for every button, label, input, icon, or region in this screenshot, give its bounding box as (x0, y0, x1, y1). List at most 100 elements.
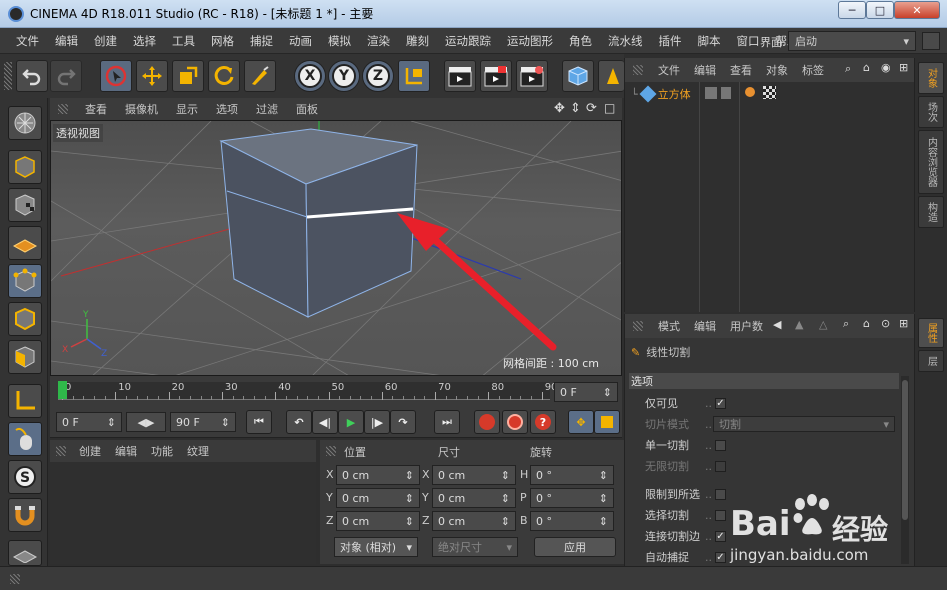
attribute-menu-item[interactable]: 模式 (651, 318, 687, 334)
layout-select[interactable]: 启动 ▾ (788, 31, 916, 51)
menu-item[interactable]: 运动图形 (499, 33, 561, 49)
texture-tag-icon[interactable] (763, 86, 776, 99)
new-panel-icon[interactable]: ⊞ (899, 61, 908, 74)
new-panel-icon[interactable]: ⊞ (899, 317, 908, 330)
axis-mode-button[interactable] (8, 384, 42, 418)
attribute-grip[interactable] (633, 321, 643, 331)
material-menu-item[interactable]: 创建 (72, 443, 108, 459)
next-key-button[interactable]: ↷ (390, 410, 416, 434)
coord-grip[interactable] (326, 446, 336, 456)
live-selection-button[interactable] (100, 60, 132, 92)
object-grip[interactable] (633, 65, 643, 75)
material-menu-item[interactable]: 功能 (144, 443, 180, 459)
key-position-button[interactable]: ✥ (568, 410, 594, 434)
side-tab[interactable]: 对象 (918, 62, 944, 94)
prev-frame-button[interactable]: ◀| (312, 410, 338, 434)
point-mode-button[interactable] (8, 264, 42, 298)
attribute-menu-item[interactable]: 用户数 (723, 318, 770, 334)
menu-item[interactable]: 文件 (8, 33, 47, 49)
prev-key-button[interactable]: ↶ (286, 410, 312, 434)
home-icon[interactable]: ⌂ (863, 61, 870, 74)
side-tab[interactable]: 层 (918, 350, 944, 372)
viewport-menu-item[interactable]: 面板 (287, 101, 327, 117)
menu-item[interactable]: 捕捉 (242, 33, 281, 49)
object-menu-item[interactable]: 对象 (759, 62, 795, 78)
perspective-viewport[interactable]: Y X Z 透视视图 网格间距 : 100 cm (50, 120, 622, 376)
toolbar-grip[interactable] (4, 62, 12, 90)
coord-pos-field[interactable]: 0 cm ⇕ (336, 465, 420, 485)
material-menu-item[interactable]: 纹理 (180, 443, 216, 459)
record-keys-button[interactable] (474, 410, 500, 434)
workplane-mode-button[interactable] (8, 226, 42, 260)
coord-pos-field[interactable]: 0 cm ⇕ (336, 488, 420, 508)
option-row[interactable]: 自动捕捉.. ✓ (645, 548, 726, 566)
lock-icon[interactable]: ⌂ (863, 317, 870, 330)
magnet-button[interactable] (8, 498, 42, 532)
cube-primitive-button[interactable] (562, 60, 594, 92)
menu-item[interactable]: 流水线 (600, 33, 651, 49)
search-icon[interactable]: ⌕ (843, 317, 849, 331)
x-axis-lock-button[interactable]: X (294, 60, 326, 92)
option-checkbox[interactable]: ✓ (715, 530, 726, 542)
viewport-menu-item[interactable]: 显示 (167, 101, 207, 117)
coord-rot-field[interactable]: 0 ° ⇕ (530, 488, 614, 508)
coordinate-system-button[interactable] (398, 60, 430, 92)
option-checkbox[interactable]: ✓ (715, 397, 726, 409)
move-tool-button[interactable] (136, 60, 168, 92)
option-row[interactable]: 无限切割.. (645, 457, 726, 475)
pen-spline-button[interactable] (598, 60, 624, 92)
go-to-start-button[interactable]: ⏮ (246, 410, 272, 434)
tweak-mode-button[interactable] (8, 422, 42, 456)
coord-mode-select[interactable]: 对象 (相对) ▾ (334, 537, 418, 557)
viewport-menu-item[interactable]: 查看 (76, 101, 116, 117)
object-menu-item[interactable]: 文件 (651, 62, 687, 78)
option-checkbox[interactable] (715, 509, 726, 521)
close-button[interactable]: ✕ (894, 1, 940, 19)
cube-object[interactable] (219, 128, 418, 318)
snap-button[interactable]: S (8, 460, 42, 494)
model-mode-button[interactable] (8, 150, 42, 184)
render-picture-viewer-button[interactable] (480, 60, 512, 92)
coord-size-field[interactable]: 0 cm ⇕ (432, 488, 516, 508)
option-row[interactable]: 仅可见.. ✓ (645, 394, 726, 412)
menu-item[interactable]: 选择 (125, 33, 164, 49)
material-grip[interactable] (56, 446, 66, 456)
coord-size-field[interactable]: 0 cm ⇕ (432, 511, 516, 531)
current-frame-field[interactable]: 0 F ⇕ (554, 382, 618, 402)
object-menu-item[interactable]: 查看 (723, 62, 759, 78)
edge-mode-button[interactable] (8, 302, 42, 336)
option-row[interactable]: 单一切割.. (645, 436, 726, 454)
option-checkbox[interactable] (715, 460, 726, 472)
minimize-button[interactable]: ─ (838, 1, 866, 19)
z-axis-lock-button[interactable]: Z (362, 60, 394, 92)
viewport-move-icon[interactable]: ✥ (554, 101, 565, 116)
y-axis-lock-button[interactable]: Y (328, 60, 360, 92)
render-view-button[interactable] (444, 60, 476, 92)
rotate-tool-button[interactable] (208, 60, 240, 92)
autokey-button[interactable] (502, 410, 528, 434)
side-tab[interactable]: 属性 (918, 318, 944, 348)
viewport-rotate-icon[interactable]: ⟳ (586, 101, 597, 116)
coord-pos-field[interactable]: 0 cm ⇕ (336, 511, 420, 531)
layer-icon[interactable] (705, 87, 717, 99)
menu-item[interactable]: 雕刻 (398, 33, 437, 49)
keyframe-selection-button[interactable]: ? (530, 410, 556, 434)
viewport-menu-item[interactable]: 选项 (207, 101, 247, 117)
option-row[interactable]: 限制到所选.. (645, 485, 726, 503)
eye-icon[interactable]: ◉ (881, 61, 891, 74)
side-tab[interactable]: 构造 (918, 196, 944, 228)
menu-item[interactable]: 创建 (86, 33, 125, 49)
menu-item[interactable]: 插件 (651, 33, 690, 49)
viewport-grip[interactable] (58, 104, 68, 114)
menu-item[interactable]: 渲染 (359, 33, 398, 49)
scale-tool-button[interactable] (172, 60, 204, 92)
side-tab[interactable]: 内容浏览器 (918, 130, 944, 194)
attribute-menu-item[interactable]: 编辑 (687, 318, 723, 334)
side-tab[interactable]: 场次 (918, 96, 944, 128)
frame-step-arrows[interactable]: ◀▶ (126, 412, 166, 432)
redo-button[interactable] (50, 60, 82, 92)
forward-arrow-icon[interactable]: ▲ (795, 318, 803, 331)
knife-tool-button[interactable] (244, 60, 276, 92)
render-settings-button[interactable] (516, 60, 548, 92)
make-editable-button[interactable] (8, 106, 42, 140)
